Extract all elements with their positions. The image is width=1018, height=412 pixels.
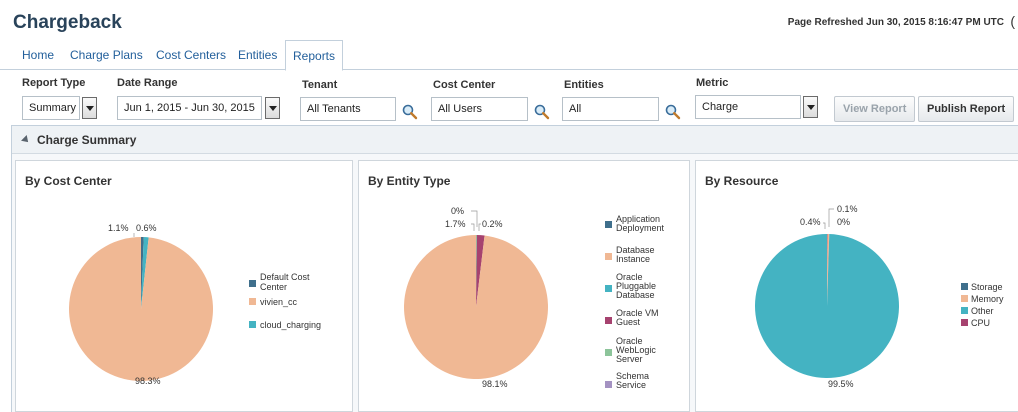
slice-label: 0.2% bbox=[482, 219, 503, 229]
chevron-down-icon[interactable] bbox=[82, 97, 97, 119]
slice-label: 0% bbox=[451, 206, 464, 216]
slice-label: 0.1% bbox=[837, 204, 858, 214]
entities-label: Entities bbox=[564, 79, 604, 91]
legend-swatch bbox=[961, 283, 968, 290]
view-report-button[interactable]: View Report bbox=[834, 96, 916, 122]
legend-label: cloud_charging bbox=[260, 320, 321, 330]
tenant-label: Tenant bbox=[302, 79, 338, 91]
date-range-label: Date Range bbox=[117, 77, 178, 89]
report-type-label: Report Type bbox=[22, 77, 86, 89]
legend-label: Center bbox=[260, 282, 287, 292]
legend-swatch bbox=[605, 317, 612, 324]
metric-label: Metric bbox=[696, 77, 729, 89]
slice-label: 99.5% bbox=[828, 379, 854, 389]
legend-swatch bbox=[249, 321, 256, 328]
legend-label: Memory bbox=[971, 294, 1004, 304]
date-range-select[interactable]: Jun 1, 2015 - Jun 30, 2015 bbox=[117, 96, 262, 120]
leader-line bbox=[823, 222, 826, 229]
legend-swatch bbox=[605, 381, 612, 388]
resource-chart: 0.1% 0.4% 0% 99.5% Storage Memory Other … bbox=[755, 204, 1004, 389]
panel-by-resource: By Resource 0.1% 0.4% 0% 99.5% Storage M… bbox=[695, 160, 1018, 412]
report-type-select[interactable]: Summary bbox=[22, 96, 80, 120]
legend-swatch bbox=[605, 253, 612, 260]
publish-report-button[interactable]: Publish Report bbox=[918, 96, 1015, 122]
search-icon[interactable] bbox=[533, 103, 551, 121]
legend-swatch bbox=[605, 221, 612, 228]
pie-chart bbox=[404, 235, 548, 379]
search-icon[interactable] bbox=[401, 103, 419, 121]
cost-center-label: Cost Center bbox=[433, 79, 496, 91]
tenant-input[interactable]: All Tenants bbox=[300, 97, 396, 121]
disclosure-triangle-icon[interactable] bbox=[21, 135, 31, 145]
slice-label: 0.4% bbox=[800, 217, 821, 227]
legend-label: Storage bbox=[971, 282, 1003, 292]
tab-home[interactable]: Home bbox=[22, 48, 54, 62]
legend-swatch bbox=[605, 349, 612, 356]
chevron-down-icon[interactable] bbox=[803, 96, 818, 118]
legend-swatch bbox=[961, 319, 968, 326]
legend-swatch bbox=[961, 295, 968, 302]
slice-label: 1.1% bbox=[108, 223, 129, 233]
legend-label: Instance bbox=[616, 254, 650, 264]
search-icon[interactable] bbox=[664, 103, 682, 121]
legend-swatch bbox=[961, 307, 968, 314]
header-bar: Chargeback Page Refreshed Jun 30, 2015 8… bbox=[0, 0, 1018, 40]
section-title: Charge Summary bbox=[37, 133, 137, 147]
leader-line bbox=[478, 223, 481, 231]
entity-type-chart: 0% 1.7% 0.2% 98.1% Application Deploymen… bbox=[404, 206, 665, 390]
legend-swatch bbox=[249, 298, 256, 305]
entities-input[interactable]: All bbox=[562, 97, 659, 121]
cost-center-input[interactable]: All Users bbox=[431, 97, 528, 121]
pie-chart bbox=[755, 234, 900, 378]
slice-label: 98.1% bbox=[482, 379, 508, 389]
tab-reports[interactable]: Reports bbox=[285, 40, 344, 71]
legend-label: CPU bbox=[971, 318, 990, 328]
panel-by-cost-center: By Cost Center 1.1% 0.6% 98.3% Default C… bbox=[15, 160, 353, 412]
legend-label: Deployment bbox=[616, 223, 665, 233]
slice-label: 0% bbox=[837, 217, 850, 227]
slice-label: 1.7% bbox=[445, 219, 466, 229]
refresh-trailing-glyph: ( bbox=[1010, 13, 1015, 29]
legend-label: Guest bbox=[616, 317, 641, 327]
chevron-down-icon[interactable] bbox=[265, 97, 280, 119]
tab-bar: Home Charge Plans Cost Centers Entities … bbox=[0, 40, 1018, 71]
slice-label: 0.6% bbox=[136, 223, 157, 233]
page-refreshed-text: Page Refreshed Jun 30, 2015 8:16:47 PM U… bbox=[787, 17, 1004, 28]
legend-label: Other bbox=[971, 306, 994, 316]
leader-line bbox=[471, 223, 475, 231]
legend-label: Database bbox=[616, 290, 655, 300]
slice-label: 98.3% bbox=[135, 376, 161, 386]
section-header[interactable]: Charge Summary bbox=[12, 126, 1018, 154]
tab-charge-plans[interactable]: Charge Plans bbox=[70, 48, 143, 62]
legend-label: Server bbox=[616, 354, 643, 364]
tab-entities[interactable]: Entities bbox=[238, 48, 277, 62]
pie-chart bbox=[69, 237, 214, 381]
pie-slice-database-instance[interactable] bbox=[404, 235, 548, 379]
tab-cost-centers[interactable]: Cost Centers bbox=[156, 48, 226, 62]
app-title: Chargeback bbox=[13, 12, 122, 33]
cost-center-chart: 1.1% 0.6% 98.3% Default Cost Center vivi… bbox=[69, 223, 321, 386]
legend-swatch bbox=[605, 285, 612, 292]
report-filters: Report Type Summary Date Range Jun 1, 20… bbox=[0, 70, 1018, 125]
leader-line bbox=[828, 208, 834, 227]
panel-by-entity-type: By Entity Type 0% 1.7% 0.2% 98.1% Applic… bbox=[358, 160, 690, 412]
metric-select[interactable]: Charge bbox=[695, 95, 801, 119]
legend-label: Default Cost bbox=[260, 272, 310, 282]
legend-label: Service bbox=[616, 380, 646, 390]
legend-label: vivien_cc bbox=[260, 297, 298, 307]
legend-swatch bbox=[249, 280, 256, 287]
